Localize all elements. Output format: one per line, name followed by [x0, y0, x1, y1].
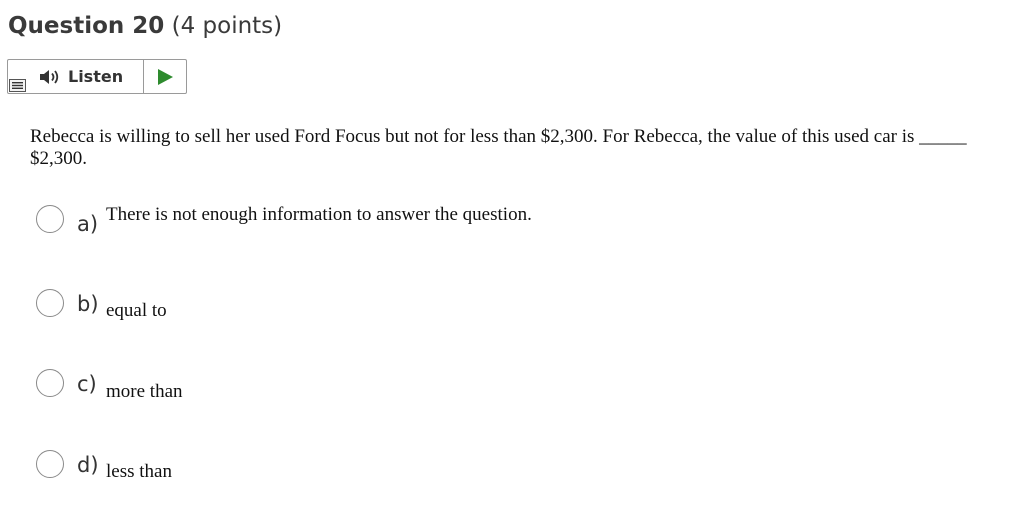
speaker-icon — [38, 68, 68, 86]
listen-button[interactable]: Listen — [38, 63, 123, 90]
radio-option-a[interactable] — [36, 205, 64, 233]
option-a[interactable]: a) There is not enough information to an… — [36, 204, 736, 245]
question-points: (4 points) — [171, 13, 283, 39]
radio-option-b[interactable] — [36, 289, 64, 317]
listen-label: Listen — [68, 67, 124, 86]
option-text: There is not enough information to answe… — [106, 204, 532, 225]
option-text: more than — [106, 381, 183, 402]
question-title: Question 20 (4 points) — [8, 13, 282, 39]
menu-button[interactable] — [9, 79, 26, 92]
radio-option-c[interactable] — [36, 369, 64, 397]
menu-icon — [10, 80, 25, 91]
option-text: less than — [106, 461, 172, 482]
option-letter: b) — [77, 292, 99, 316]
question-text: Rebecca is willing to sell her used Ford… — [30, 126, 967, 169]
question-number: Question 20 — [8, 13, 165, 39]
option-text: equal to — [106, 300, 167, 321]
option-letter: a) — [77, 212, 99, 236]
option-b[interactable]: b) equal to — [36, 289, 736, 329]
radio-option-d[interactable] — [36, 450, 64, 478]
play-icon — [154, 67, 176, 87]
listen-toolbar: Listen — [7, 59, 187, 94]
option-letter: d) — [77, 453, 99, 477]
option-c[interactable]: c) more than — [36, 369, 736, 409]
option-letter: c) — [77, 372, 97, 396]
toolbar-divider — [143, 60, 144, 93]
option-d[interactable]: d) less than — [36, 450, 736, 490]
play-button[interactable] — [154, 67, 176, 87]
